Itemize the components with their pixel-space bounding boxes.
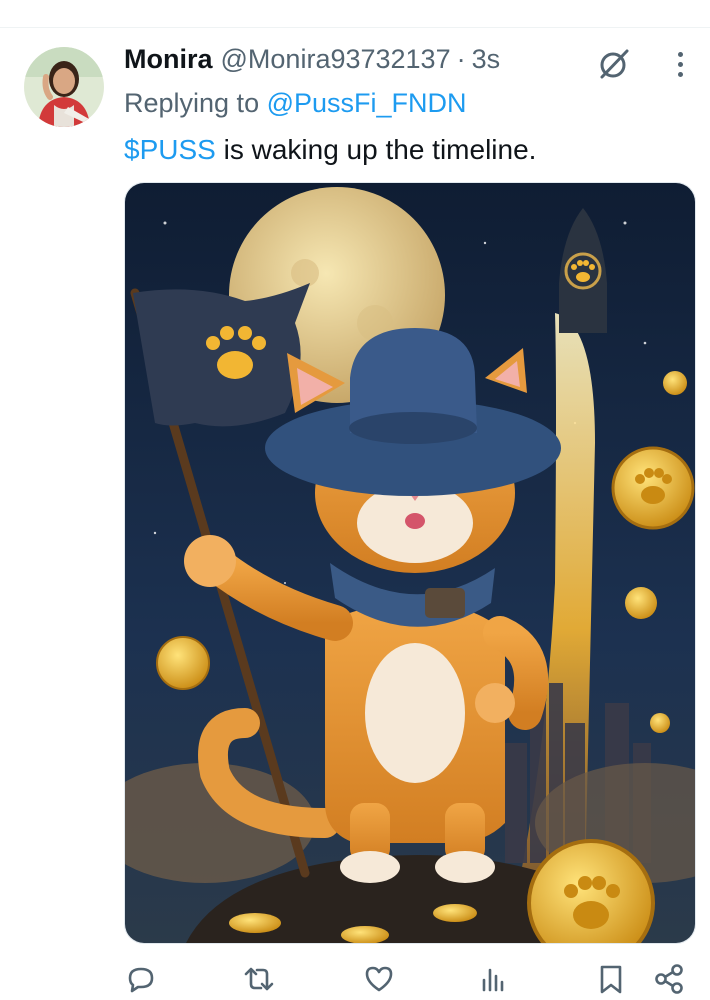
- views-icon[interactable]: [476, 962, 510, 996]
- reply-icon[interactable]: [124, 962, 158, 996]
- display-name[interactable]: Monira: [124, 44, 213, 75]
- replying-to-line: Replying to @PussFi_FNDN: [124, 88, 467, 119]
- retweet-icon[interactable]: [242, 962, 276, 996]
- replying-to-mention[interactable]: @PussFi_FNDN: [267, 88, 467, 118]
- tweet-action-bar: [124, 958, 696, 998]
- header-separator: ·: [456, 44, 466, 74]
- share-icon[interactable]: [652, 962, 686, 996]
- tweet-header: Monira @Monira93732137 · 3s: [124, 44, 500, 78]
- tweet-text: $PUSS is waking up the timeline.: [124, 134, 536, 166]
- tweet-text-body: is waking up the timeline.: [215, 134, 537, 165]
- more-dots-icon[interactable]: [668, 48, 692, 80]
- replying-prefix: Replying to: [124, 88, 260, 118]
- cat-flag-rocket-illustration: [125, 183, 695, 943]
- avatar[interactable]: [24, 47, 104, 127]
- timestamp[interactable]: 3s: [472, 44, 501, 75]
- avatar-image: [24, 47, 104, 127]
- user-handle[interactable]: @Monira93732137: [221, 44, 451, 75]
- tweet-media-image[interactable]: [124, 182, 696, 944]
- top-divider: [0, 27, 710, 28]
- bookmark-icon[interactable]: [594, 962, 628, 996]
- cashtag-link[interactable]: $PUSS: [124, 134, 216, 165]
- heart-icon[interactable]: [362, 962, 396, 996]
- grok-icon[interactable]: [596, 46, 632, 82]
